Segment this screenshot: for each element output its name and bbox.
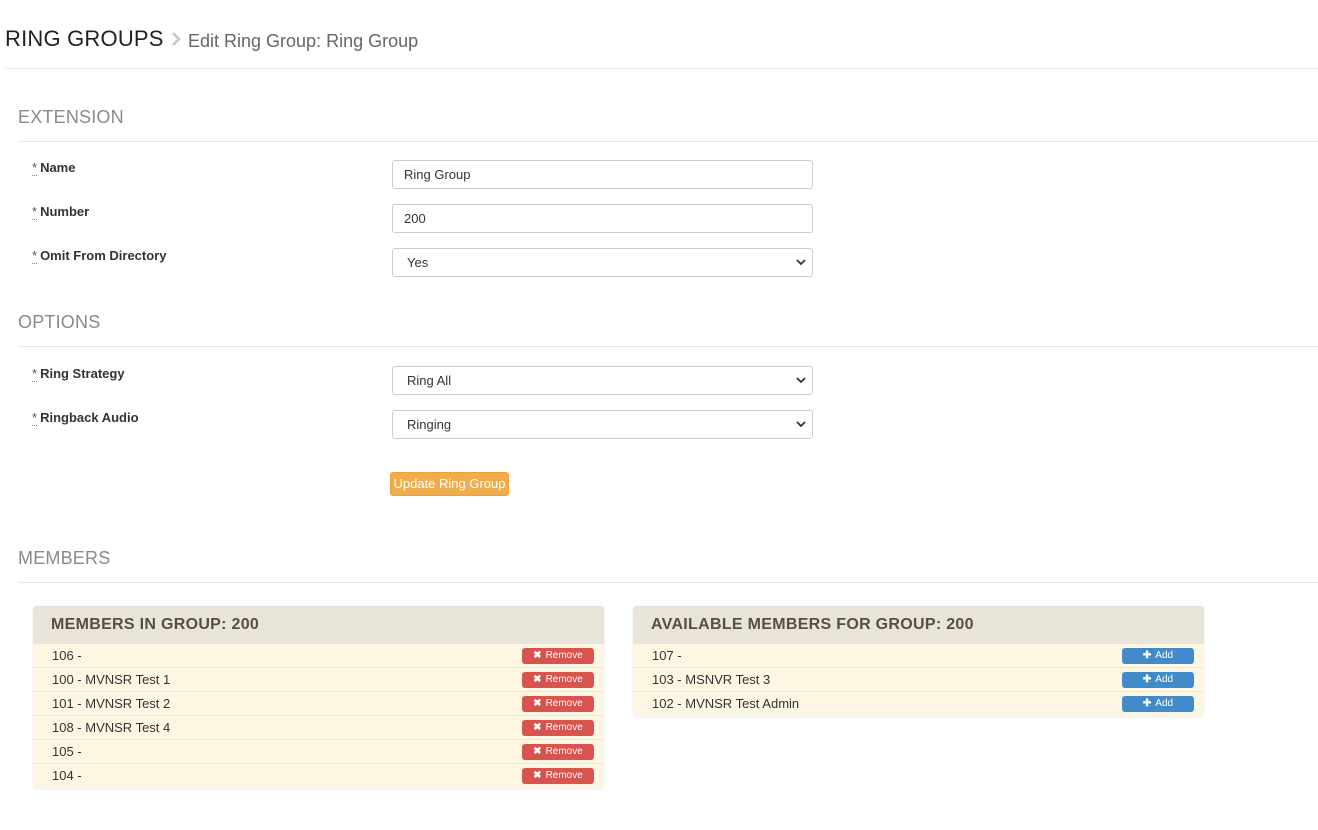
member-label: 102 - MVNSR Test Admin [652,696,800,711]
add-member-button[interactable]: ✚ Add [1122,696,1194,712]
chevron-down-icon [796,421,806,428]
list-item: 106 - ✖ Remove [33,644,604,668]
add-member-button-label: Add [1155,698,1174,709]
list-item: 101 - MVNSR Test 2 ✖ Remove [33,692,604,716]
page-title: RING GROUPS [5,26,164,51]
add-member-button[interactable]: ✚ Add [1122,672,1194,688]
ringback-audio-value: Ringing [407,417,452,432]
member-label: 106 - [52,648,82,663]
ringback-audio-label-text: Ringback Audio [40,410,139,425]
remove-member-button-label: Remove [545,722,583,733]
available-members-panel: AVAILABLE MEMBERS FOR GROUP: 200 107 - ✚ A… [633,606,1204,716]
remove-member-button-label: Remove [545,698,583,709]
member-label: 105 - [52,744,82,759]
ringback-audio-select[interactable]: Ringing [392,410,813,439]
close-icon: ✖ [533,770,542,781]
list-item: 107 - ✚ Add [633,644,1204,668]
add-member-button[interactable]: ✚ Add [1122,648,1194,664]
remove-member-button[interactable]: ✖ Remove [522,720,594,736]
close-icon: ✖ [533,698,542,709]
remove-member-button-label: Remove [545,650,583,661]
list-item: 104 - ✖ Remove [33,764,604,788]
list-item: 103 - MSNVR Test 3 ✚ Add [633,668,1204,692]
chevron-down-icon [796,259,806,266]
remove-member-button[interactable]: ✖ Remove [522,768,594,784]
list-item: 100 - MVNSR Test 1 ✖ Remove [33,668,604,692]
ring-strategy-value: Ring All [407,373,452,388]
available-members-list: 107 - ✚ Add 103 - MSNVR Test 3 ✚ Add 102 - MVN… [633,644,1204,716]
remove-member-button-label: Remove [545,746,583,757]
plus-icon: ✚ [1142,698,1152,709]
ring-strategy-select[interactable]: Ring All [392,366,813,395]
add-member-button-label: Add [1155,650,1174,661]
member-label: 108 - MVNSR Test 4 [52,720,171,735]
section-members-title: MEMBERS [18,548,1318,583]
name-label: * Name [32,160,76,176]
add-member-button-label: Add [1155,674,1174,685]
required-marker: * [32,248,38,264]
page-header: RING GROUPS Edit Ring Group: Ring Group [5,24,1318,69]
number-label: * Number [32,204,90,220]
omit-from-directory-value: Yes [407,255,429,270]
number-input-value: 200 [404,211,426,226]
remove-member-button-label: Remove [545,770,583,781]
chevron-down-icon [796,377,806,384]
number-input[interactable]: 200 [392,204,813,233]
members-in-group-panel: MEMBERS IN GROUP: 200 106 - ✖ Remove 100 - … [33,606,604,788]
available-members-title: AVAILABLE MEMBERS FOR GROUP: 200 [633,606,1204,644]
list-item: 102 - MVNSR Test Admin ✚ Add [633,692,1204,716]
remove-member-button[interactable]: ✖ Remove [522,696,594,712]
plus-icon: ✚ [1142,674,1152,685]
remove-member-button-label: Remove [545,674,583,685]
member-label: 101 - MVNSR Test 2 [52,696,171,711]
required-marker: * [32,410,38,426]
name-label-text: Name [40,160,76,175]
omit-from-directory-label: * Omit From Directory [32,248,167,264]
close-icon: ✖ [533,722,542,733]
close-icon: ✖ [533,650,542,661]
list-item: 105 - ✖ Remove [33,740,604,764]
member-label: 104 - [52,768,82,783]
section-options-title: OPTIONS [18,312,1318,347]
remove-member-button[interactable]: ✖ Remove [522,648,594,664]
list-item: 108 - MVNSR Test 4 ✖ Remove [33,716,604,740]
omit-from-directory-select[interactable]: Yes [392,248,813,277]
omit-from-directory-label-text: Omit From Directory [40,248,167,263]
section-extension-title: EXTENSION [18,107,1318,142]
plus-icon: ✚ [1142,650,1152,661]
close-icon: ✖ [533,674,542,685]
name-input-value: Ring Group [404,167,471,182]
name-input[interactable]: Ring Group [392,160,813,189]
ring-strategy-label-text: Ring Strategy [40,366,125,381]
member-label: 100 - MVNSR Test 1 [52,672,171,687]
members-in-group-list: 106 - ✖ Remove 100 - MVNSR Test 1 ✖ Remove 101… [33,644,604,788]
remove-member-button[interactable]: ✖ Remove [522,672,594,688]
number-label-text: Number [40,204,90,219]
ringback-audio-label: * Ringback Audio [32,410,139,426]
member-label: 107 - [652,648,682,663]
remove-member-button[interactable]: ✖ Remove [522,744,594,760]
required-marker: * [32,204,38,220]
members-in-group-title: MEMBERS IN GROUP: 200 [33,606,604,644]
ring-strategy-label: * Ring Strategy [32,366,125,382]
required-marker: * [32,160,38,176]
update-ring-group-button[interactable]: Update Ring Group [390,472,509,496]
close-icon: ✖ [533,746,542,757]
member-label: 103 - MSNVR Test 3 [652,672,771,687]
chevron-right-icon [172,32,181,46]
required-marker: * [32,366,38,382]
breadcrumb-current: Edit Ring Group: Ring Group [188,31,419,51]
